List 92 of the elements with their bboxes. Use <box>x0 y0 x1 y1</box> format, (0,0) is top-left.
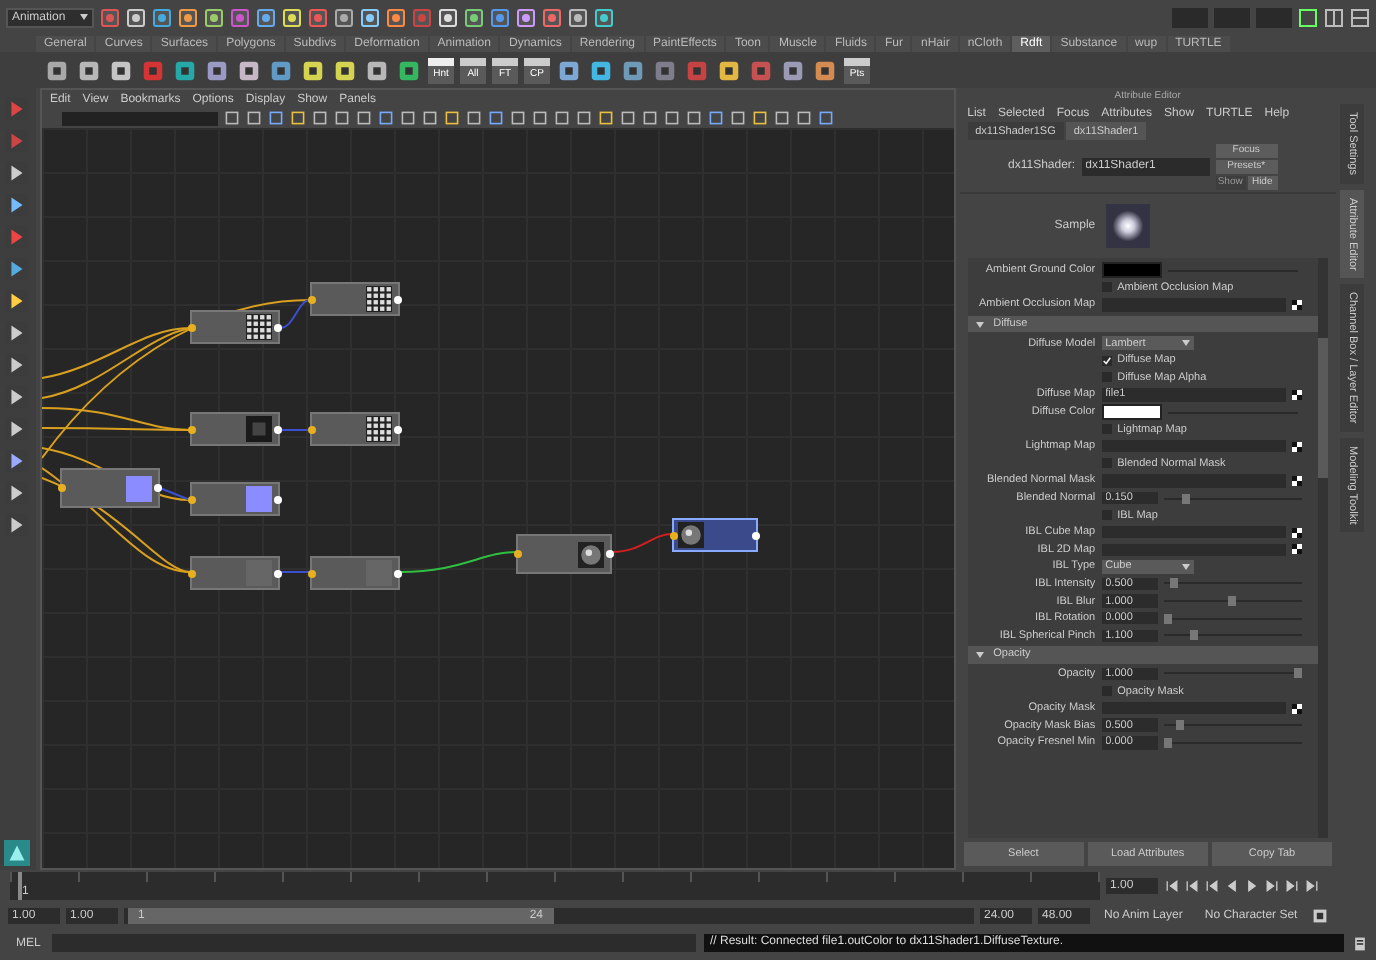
command-field[interactable] <box>52 934 696 952</box>
scrollbar[interactable] <box>1318 258 1329 838</box>
node-graph-canvas[interactable] <box>41 128 954 868</box>
shelf-icon[interactable] <box>44 57 70 83</box>
connection-line <box>278 571 311 573</box>
slider-thumb[interactable] <box>1189 630 1198 641</box>
shelf-icon[interactable] <box>172 57 198 83</box>
layout-icon[interactable] <box>1350 7 1370 27</box>
tool-icon[interactable] <box>542 7 562 27</box>
search-field[interactable] <box>61 111 218 125</box>
shelf-icon[interactable] <box>300 57 326 83</box>
checker-swatch-icon <box>365 416 392 442</box>
tool-icon[interactable] <box>152 7 172 27</box>
graph-node[interactable] <box>189 412 280 446</box>
script-editor-icon[interactable] <box>1352 935 1368 951</box>
tool-icon[interactable] <box>490 7 510 27</box>
checker-icon[interactable] <box>1291 703 1302 714</box>
slider-thumb[interactable] <box>1182 493 1191 504</box>
connection-line <box>610 533 673 553</box>
playback-icon[interactable] <box>1284 878 1300 894</box>
checker-icon[interactable] <box>1291 475 1302 486</box>
playback-icon[interactable] <box>1264 878 1280 894</box>
checker-icon[interactable] <box>1291 544 1302 555</box>
checker-swatch-icon <box>365 286 392 312</box>
shelf-icon[interactable] <box>812 57 838 83</box>
slider-thumb[interactable] <box>1176 720 1185 731</box>
slider-thumb[interactable] <box>1169 578 1178 589</box>
shelf-icon[interactable] <box>396 57 422 83</box>
tool-icon[interactable] <box>204 7 224 27</box>
input-field[interactable] <box>1256 7 1292 27</box>
slider-thumb[interactable] <box>1228 596 1237 607</box>
swatch-icon <box>365 560 392 586</box>
map-field[interactable] <box>1101 543 1286 557</box>
shelf-icon[interactable] <box>716 57 742 83</box>
sphere-swatch-icon <box>677 522 704 548</box>
key-icon[interactable] <box>1311 907 1328 923</box>
checker-icon[interactable] <box>1291 441 1302 452</box>
input-field[interactable] <box>1214 7 1250 27</box>
slider-thumb[interactable] <box>1163 613 1172 624</box>
graph-node[interactable] <box>189 482 280 516</box>
sphere-swatch-icon <box>577 541 604 567</box>
input-field[interactable] <box>1172 7 1208 27</box>
tool-icon[interactable] <box>568 7 588 27</box>
connection-line <box>398 551 517 573</box>
shelf-icon[interactable] <box>332 57 358 83</box>
graph-node[interactable] <box>59 468 160 508</box>
checker-icon[interactable] <box>1291 389 1302 400</box>
swatch-icon <box>245 416 272 442</box>
color-swatch[interactable] <box>1101 404 1162 421</box>
graph-node[interactable] <box>671 518 758 552</box>
slider-thumb[interactable] <box>1163 737 1172 748</box>
shelf-icon[interactable] <box>204 57 230 83</box>
graph-node[interactable] <box>189 556 280 590</box>
graph-node[interactable] <box>515 534 612 574</box>
tool-icon[interactable] <box>594 7 614 27</box>
playback-icon[interactable] <box>1204 878 1220 894</box>
playback-icon[interactable] <box>1164 878 1180 894</box>
shelf-icon[interactable] <box>268 57 294 83</box>
shelf-icon[interactable] <box>76 57 102 83</box>
tool-icon[interactable] <box>464 7 484 27</box>
checker-swatch-icon <box>245 314 272 340</box>
shelf-icon[interactable] <box>588 57 614 83</box>
tool-icon[interactable] <box>360 7 380 27</box>
checker-icon[interactable] <box>1291 527 1302 538</box>
tool-icon[interactable] <box>334 7 354 27</box>
graph-node[interactable] <box>309 556 400 590</box>
logo-icon[interactable] <box>4 840 31 866</box>
swatch-icon <box>245 560 272 586</box>
playback-icon[interactable] <box>1304 878 1320 894</box>
layout-icon[interactable] <box>1298 7 1318 27</box>
tool-icon[interactable] <box>386 7 406 27</box>
shelf-icon[interactable] <box>556 57 582 83</box>
tool-icon[interactable] <box>256 7 276 27</box>
shelf-icon[interactable] <box>108 57 134 83</box>
graph-node[interactable] <box>309 282 400 316</box>
shelf-icon[interactable] <box>620 57 646 83</box>
tool-icon[interactable] <box>516 7 536 27</box>
swatch-icon <box>245 486 272 512</box>
graph-node[interactable] <box>309 412 400 446</box>
layout-icon[interactable] <box>1324 7 1344 27</box>
graph-node[interactable] <box>189 310 280 344</box>
swatch-icon <box>125 475 152 501</box>
tool-icon[interactable] <box>178 7 198 27</box>
slider-thumb[interactable] <box>1294 668 1303 679</box>
color-swatch[interactable] <box>1101 262 1162 279</box>
shelf-icon[interactable] <box>236 57 262 83</box>
glowing-sphere-swatch-icon <box>1105 204 1150 248</box>
playback-icon[interactable] <box>1184 878 1200 894</box>
checker-icon[interactable] <box>1291 299 1302 310</box>
checkbox[interactable] <box>1101 355 1112 366</box>
shelf-icon[interactable] <box>780 57 806 83</box>
shelf-icon[interactable] <box>364 57 390 83</box>
